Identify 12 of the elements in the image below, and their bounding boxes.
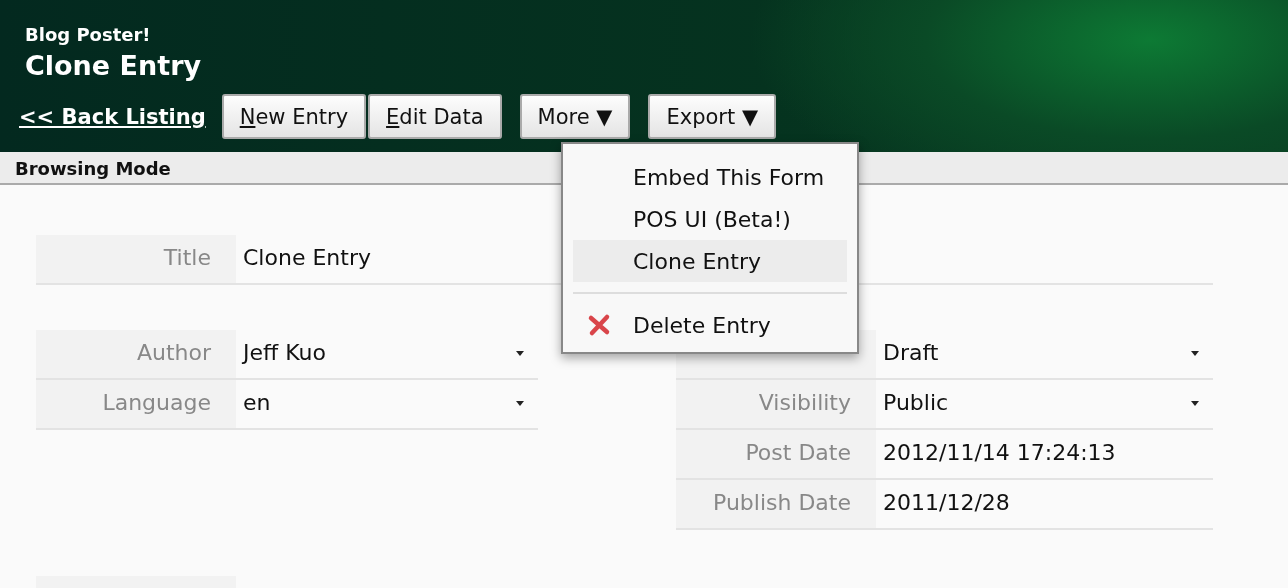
mode-label: Browsing Mode [15, 158, 171, 179]
field-label: Author [36, 330, 236, 378]
page-title: Clone Entry [25, 49, 203, 83]
field-label: Visibility [758, 390, 851, 415]
field-label: Title [36, 235, 236, 283]
field-label: Language [36, 380, 236, 428]
field-label: Publish Date [713, 490, 851, 515]
field-value: Clone Entry [243, 245, 371, 270]
field-value: 2012/11/14 17:24:13 [883, 440, 1116, 465]
field-label: Post Date [745, 440, 851, 465]
app-name: Blog Poster! [25, 23, 152, 47]
field-value: 2011/12/28 [883, 490, 1010, 515]
